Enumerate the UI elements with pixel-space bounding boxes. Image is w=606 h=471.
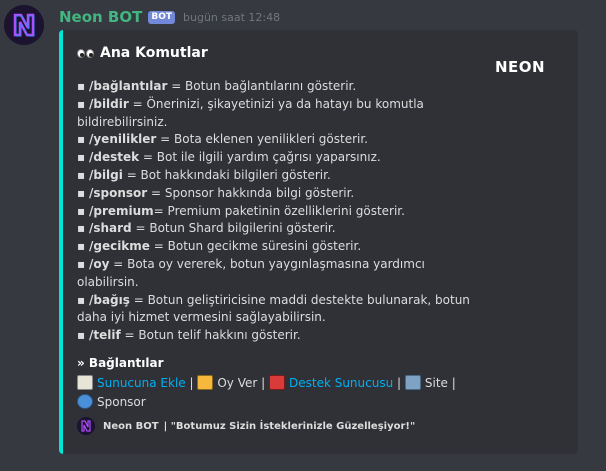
- command-name: /bildir: [88, 96, 129, 111]
- command-line: ▪ /oy = Bota oy vererek, botun yaygınlaş…: [77, 256, 425, 271]
- command-line: ▪ /shard = Botun Shard bilgilerini göste…: [77, 221, 336, 236]
- command-line: ▪ /telif = Botun telif hakkını gösterir.: [77, 328, 301, 343]
- command-line: ▪ /bilgi = Bot hakkındaki bilgileri göst…: [77, 167, 331, 182]
- command-name: /shard: [88, 221, 132, 236]
- embed-title: Ana Komutlar: [77, 45, 208, 61]
- eyes-icon: [77, 48, 95, 58]
- command-name: /bağlantılar: [88, 79, 168, 93]
- globe-icon: [77, 394, 93, 409]
- embed-footer: Neon BOT | "Botumuz Sizin İsteklerinizle…: [77, 417, 415, 435]
- author-avatar[interactable]: [4, 5, 44, 45]
- author-name[interactable]: Neon BOT: [59, 8, 142, 26]
- command-line: ▪ /bağlantılar = Botun bağlantılarını gö…: [77, 79, 357, 93]
- command-line: ▪ /bildir = Önerinizi, şikayetinizi ya d…: [77, 96, 424, 111]
- embed-title-text: Ana Komutlar: [100, 45, 208, 61]
- command-line-continued: olabilirsin.: [77, 274, 139, 289]
- command-name: /destek: [88, 150, 140, 165]
- command-line: ▪ /sponsor = Sponsor hakkında bilgi göst…: [77, 185, 355, 200]
- ballot-box-icon: [197, 375, 214, 390]
- embed-description: ▪ /bağlantılar = Botun bağlantılarını gö…: [77, 78, 470, 345]
- command-line: ▪ /destek = Bot ile ilgili yardım çağrıs…: [77, 150, 381, 165]
- vote-label: Oy Ver: [217, 376, 258, 390]
- site-label: Site: [424, 376, 448, 390]
- footer-avatar: [77, 417, 95, 435]
- links-field: Sunucuna Ekle | Oy Ver | Destek Sunucusu…: [77, 374, 457, 412]
- command-line: ▪ /gecikme = Botun gecikme süresini göst…: [77, 239, 362, 254]
- telephone-icon: [268, 375, 285, 390]
- invite-link[interactable]: Sunucuna Ekle: [97, 376, 186, 390]
- command-name: /sponsor: [88, 185, 148, 200]
- embed: Ana Komutlar NEON ▪ /bağlantılar = Botun…: [59, 30, 578, 454]
- message-timestamp[interactable]: bugün saat 12:48: [183, 11, 280, 24]
- command-name: /telif: [88, 328, 121, 343]
- command-name: /oy: [88, 256, 110, 271]
- bot-tag: BOT: [148, 10, 176, 24]
- command-line: ▪ /yenilikler = Bota eklenen yenilikleri…: [77, 132, 368, 147]
- envelope-icon: [77, 375, 93, 390]
- command-name: /gecikme: [88, 239, 150, 254]
- command-name: /premium: [88, 203, 154, 218]
- web-page-icon: [404, 375, 421, 390]
- field-name-links: » Bağlantılar: [77, 356, 164, 370]
- command-name: /bilgi: [88, 167, 123, 182]
- footer-name: Neon BOT: [103, 420, 159, 432]
- embed-thumbnail[interactable]: NEON: [495, 58, 555, 80]
- command-line: ▪ /premium= Premium paketinin özellikler…: [77, 203, 405, 218]
- support-server-link[interactable]: Destek Sunucusu: [289, 376, 393, 390]
- command-line-continued: bildirebilirsiniz.: [77, 114, 168, 129]
- footer-text: | "Botumuz Sizin İsteklerinizle Güzelleş…: [163, 420, 416, 432]
- command-name: /yenilikler: [88, 132, 157, 147]
- command-line: ▪ /bağış = Botun geliştiricisine maddi d…: [77, 292, 470, 307]
- command-name: /bağış: [88, 292, 130, 307]
- command-line-continued: daha iyi hizmet vermesini sağlayabilirsi…: [77, 310, 326, 325]
- sponsor-label: Sponsor: [97, 395, 146, 409]
- message-header: Neon BOT BOT bugün saat 12:48: [59, 7, 280, 27]
